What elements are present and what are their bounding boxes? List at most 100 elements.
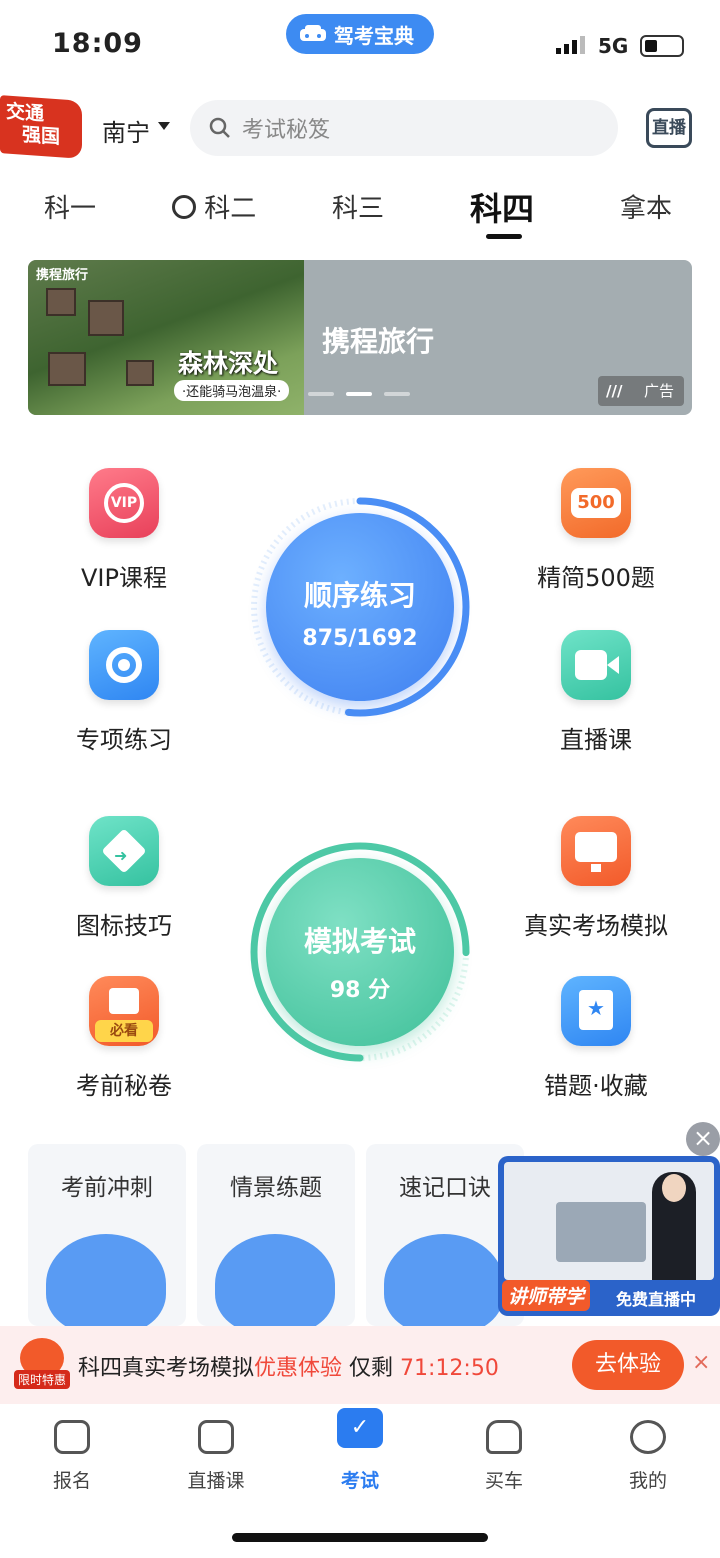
exam-folder-icon: ✓: [337, 1408, 383, 1448]
promo-countdown: 71:12:50: [400, 1356, 499, 1381]
tab-license[interactable]: 拿本: [620, 188, 672, 225]
feature-500-questions[interactable]: 500 精简500题: [506, 468, 686, 593]
sign-icon: ➜: [89, 816, 159, 886]
banner-subtitle: ·还能骑马泡温泉·: [174, 380, 290, 401]
feature-vip-course[interactable]: VIP VIP课程: [34, 468, 214, 593]
promo-highlight: 优惠体验: [254, 1356, 343, 1381]
feature-sign-tips[interactable]: ➜ 图标技巧: [34, 816, 214, 941]
search-input[interactable]: 考试秘笈: [190, 100, 618, 156]
feature-label: 考前秘卷: [76, 1072, 172, 1100]
car-front-icon: [486, 1420, 522, 1454]
tab-subject-2[interactable]: 科二: [172, 188, 256, 225]
500-badge: 500: [571, 488, 621, 518]
tab-subject-4[interactable]: 科四: [470, 184, 534, 230]
feature-wrong-favorites[interactable]: ★ 错题·收藏: [506, 976, 686, 1101]
home-indicator: [232, 1533, 488, 1542]
nav-live[interactable]: 直播课: [166, 1420, 266, 1493]
promo-text: 科四真实考场模拟优惠体验 仅剩 71:12:50: [78, 1350, 499, 1382]
badge-line2: 强国: [22, 123, 61, 149]
feature-label: 错题·收藏: [544, 1072, 648, 1100]
status-time: 18:09: [52, 28, 143, 59]
feature-label: 精简500题: [537, 564, 655, 592]
app-pill[interactable]: 驾考宝典: [286, 14, 434, 54]
live-tv-icon[interactable]: 直播: [646, 108, 692, 148]
status-bar: 18:09 驾考宝典 5G: [0, 0, 720, 90]
feature-live-course[interactable]: 直播课: [506, 630, 686, 755]
500-icon: 500: [561, 468, 631, 538]
promo-main: 科四真实考场模拟: [78, 1356, 255, 1381]
study-illustration-icon: [384, 1234, 504, 1326]
must-see-badge: 必看: [95, 1020, 153, 1042]
video-screen: [504, 1162, 714, 1280]
vip-icon: VIP: [89, 468, 159, 538]
practice-progress: 875/1692: [302, 626, 418, 651]
floating-live-video[interactable]: 讲师带学 免费直播中: [498, 1156, 720, 1316]
feature-label: VIP课程: [81, 564, 167, 592]
feature-label: 真实考场模拟: [524, 912, 668, 940]
ad-mark-icon: ///: [606, 382, 623, 400]
close-promo-icon[interactable]: ×: [692, 1350, 710, 1375]
steering-wheel-icon: [172, 195, 196, 219]
exam-paper-icon: 必看: [89, 976, 159, 1046]
banner-logo: 携程旅行: [36, 268, 89, 283]
smile-icon: [630, 1420, 666, 1454]
rocket-illustration-icon: [46, 1234, 166, 1326]
close-video-button[interactable]: ×: [686, 1122, 720, 1156]
tab-subject-3[interactable]: 科三: [332, 188, 384, 225]
teacher-tag: 讲师带学: [502, 1280, 591, 1311]
battery-icon: [640, 35, 684, 57]
pedestrian-sign-illustration-icon: [215, 1234, 335, 1326]
exam-title: 模拟考试: [303, 925, 416, 958]
practice-title: 顺序练习: [303, 579, 416, 612]
city-selector[interactable]: 南宁: [102, 113, 150, 148]
nav-label: 直播课: [187, 1470, 245, 1492]
promo-bar[interactable]: 限时特惠 科四真实考场模拟优惠体验 仅剩 71:12:50 去体验 ×: [0, 1326, 720, 1404]
practice-text: 顺序练习 875/1692: [240, 574, 480, 651]
nav-profile[interactable]: 我的: [598, 1420, 698, 1493]
app-pill-label: 驾考宝典: [334, 23, 414, 48]
video-icon: [561, 630, 631, 700]
promo-remain: 仅剩: [342, 1356, 401, 1381]
card-sprint[interactable]: 考前冲刺: [28, 1144, 186, 1326]
exam-score: 98 分: [329, 978, 391, 1003]
bookmark-icon: ★: [561, 976, 631, 1046]
search-icon: [209, 117, 230, 138]
nav-label: 报名: [52, 1470, 91, 1492]
ad-label: /// 广告: [598, 376, 684, 406]
card-scenario[interactable]: 情景练题: [197, 1144, 355, 1326]
try-button[interactable]: 去体验: [572, 1340, 684, 1390]
nav-register[interactable]: 报名: [22, 1420, 122, 1493]
tab-subject-1[interactable]: 科一: [44, 188, 96, 225]
feature-exam-secret[interactable]: 必看 考前秘卷: [34, 976, 214, 1101]
search-placeholder: 考试秘笈: [242, 118, 331, 143]
feature-label: 直播课: [560, 726, 632, 754]
feature-special-practice[interactable]: 专项练习: [34, 630, 214, 755]
nav-buy-car[interactable]: 买车: [454, 1420, 554, 1493]
monitor-icon: [561, 816, 631, 886]
limited-offer-badge: 限时特惠: [14, 1370, 71, 1389]
card-label: 考前冲刺: [61, 1175, 153, 1201]
signal-icon: [556, 36, 585, 54]
network-label: 5G: [598, 34, 629, 58]
nav-label: 我的: [628, 1470, 667, 1492]
active-tab-indicator: [486, 234, 522, 239]
target-icon: [89, 630, 159, 700]
card-label: 情景练题: [230, 1175, 322, 1201]
register-icon: [54, 1420, 90, 1454]
carousel-dots: [308, 392, 418, 398]
free-live-tag: 免费直播中: [616, 1290, 697, 1309]
banner-title: 携程旅行: [322, 325, 435, 358]
ad-banner[interactable]: 携程旅行 森林深处 ·还能骑马泡温泉· 携程旅行 /// 广告: [28, 260, 692, 415]
caret-down-icon[interactable]: [158, 122, 170, 130]
ad-label-text: 广告: [643, 382, 674, 400]
nav-exam[interactable]: ✓ 考试: [310, 1408, 410, 1493]
subject-tabs: 科一 科二 科三 科四 拿本: [0, 180, 720, 240]
banner-slogan: 森林深处: [178, 349, 279, 378]
feature-label: 专项练习: [76, 726, 172, 754]
exam-text: 模拟考试 98 分: [240, 920, 480, 1004]
traffic-power-badge[interactable]: 交通 强国: [0, 95, 82, 159]
nav-label: 买车: [484, 1470, 523, 1492]
tv-icon: [198, 1420, 234, 1454]
car-icon: [300, 25, 326, 41]
feature-real-exam-sim[interactable]: 真实考场模拟: [506, 816, 686, 941]
